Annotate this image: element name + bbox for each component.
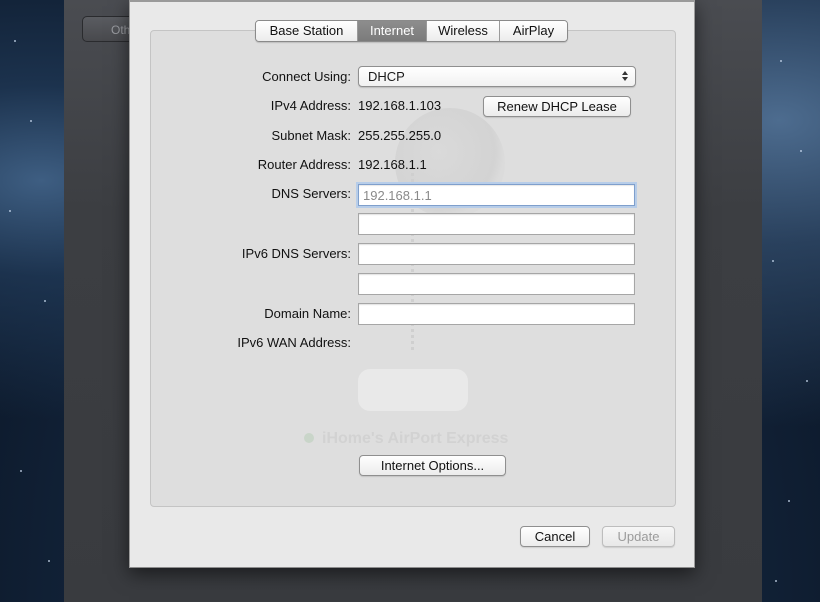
up-down-arrows-icon [622,71,628,81]
ipv6-dns-server-field-1[interactable] [358,243,635,265]
tab-airplay[interactable]: AirPlay [500,21,567,41]
subnet-mask-value: 255.255.255.0 [358,128,442,143]
dns-servers-label: DNS Servers: [271,186,351,201]
connect-using-label: Connect Using: [262,69,351,84]
connect-using-popup[interactable]: DHCP [358,66,636,87]
status-dot-icon [304,433,314,443]
ipv4-address-value: 192.168.1.103 [358,98,442,113]
ipv6-dns-servers-label: IPv6 DNS Servers: [241,246,351,261]
device-name-watermark: iHome's AirPort Express [304,430,508,450]
ipv6-wan-address-label: IPv6 WAN Address: [237,335,351,350]
dns-server-field-1[interactable] [358,184,635,206]
sheet-top-edge [130,0,694,2]
router-address-value: 192.168.1.1 [358,157,427,172]
router-address-label: Router Address: [257,157,351,172]
renew-dhcp-lease-button[interactable]: Renew DHCP Lease [483,96,631,117]
dns-server-field-2[interactable] [358,213,635,235]
update-button[interactable]: Update [602,526,675,547]
tab-internet[interactable]: Internet [358,21,427,41]
device-name-text: iHome's AirPort Express [322,430,509,447]
ipv6-dns-server-field-2[interactable] [358,273,635,295]
ipv4-address-label: IPv4 Address: [270,98,351,113]
airport-express-watermark-icon [358,369,468,411]
subnet-mask-label: Subnet Mask: [271,128,352,143]
internet-options-button[interactable]: Internet Options... [359,455,506,476]
domain-name-field[interactable] [358,303,635,325]
tab-bar: Base Station Internet Wireless AirPlay [255,20,568,42]
cancel-button[interactable]: Cancel [520,526,590,547]
domain-name-label: Domain Name: [264,306,351,321]
connect-using-value: DHCP [368,69,405,84]
tab-wireless[interactable]: Wireless [427,21,500,41]
tab-base-station[interactable]: Base Station [256,21,358,41]
